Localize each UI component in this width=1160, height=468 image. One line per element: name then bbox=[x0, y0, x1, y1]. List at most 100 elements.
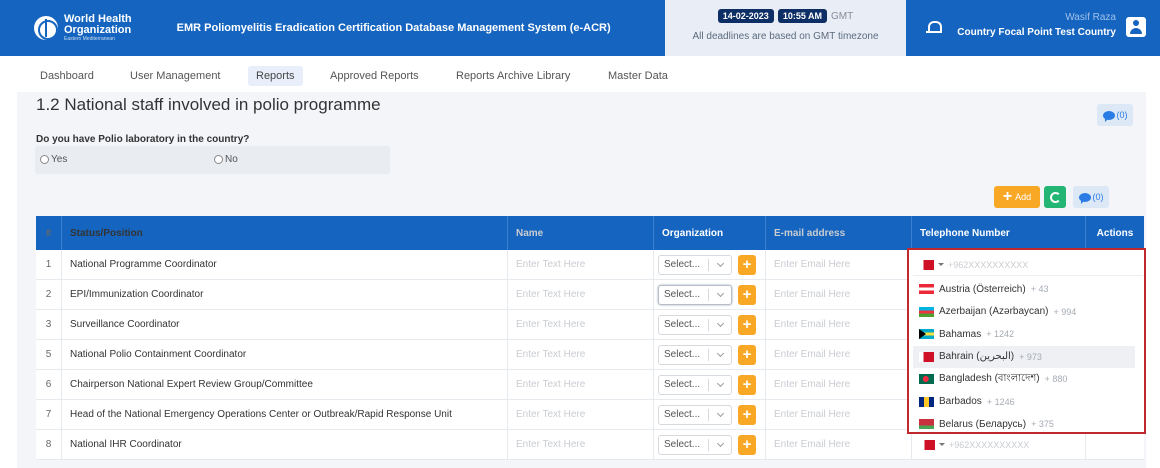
bahrain-flag-icon bbox=[919, 259, 934, 270]
country-name: Azerbaijan (Azərbaycan) bbox=[939, 306, 1049, 318]
select-placeholder: Select... bbox=[664, 439, 701, 450]
organization-select[interactable]: Select... bbox=[658, 314, 732, 335]
dial-code: + 880 bbox=[1044, 374, 1068, 385]
date-badge: 14-02-2023 bbox=[717, 9, 774, 23]
country-option[interactable]: Bahamas + 1242 bbox=[913, 323, 1135, 346]
email-input[interactable]: Enter Email Here bbox=[766, 370, 912, 399]
nav-dashboard[interactable]: Dashboard bbox=[32, 66, 102, 86]
name-input[interactable]: Enter Text Here bbox=[508, 430, 654, 459]
country-option[interactable]: Austria (Österreich) + 43 bbox=[913, 278, 1135, 301]
user-info[interactable]: Wasif Raza Country Focal Point Test Coun… bbox=[957, 12, 1116, 38]
name-input[interactable]: Enter Text Here bbox=[508, 340, 654, 369]
chevron-down-icon[interactable] bbox=[709, 259, 731, 267]
add-organization-button[interactable]: + bbox=[738, 434, 756, 455]
radio-no-label: No bbox=[225, 154, 238, 165]
section-comments-button[interactable]: (0) bbox=[1097, 104, 1133, 126]
refresh-button[interactable] bbox=[1044, 186, 1066, 208]
row-number: 2 bbox=[36, 280, 62, 309]
organization-select[interactable]: Select... bbox=[658, 404, 732, 425]
top-header: World Health Organization Eastern Medite… bbox=[0, 0, 1160, 56]
nav-approved-reports[interactable]: Approved Reports bbox=[322, 66, 427, 86]
chevron-down-icon[interactable] bbox=[709, 349, 731, 357]
dial-code: + 1242 bbox=[986, 329, 1015, 340]
country-name: Bahrain (‫البحرين‬‎) bbox=[939, 351, 1015, 363]
nav-reports-archive-library[interactable]: Reports Archive Library bbox=[448, 66, 578, 86]
radio-no[interactable]: No bbox=[214, 154, 238, 165]
add-organization-button[interactable]: + bbox=[738, 344, 756, 365]
name-input[interactable]: Enter Text Here bbox=[508, 280, 654, 309]
bahrain-flag-icon bbox=[920, 439, 935, 450]
country-option[interactable]: Bahrain (‫البحرين‬‎) + 973 bbox=[913, 345, 1135, 368]
select-placeholder: Select... bbox=[664, 349, 701, 360]
notification-bell-icon[interactable] bbox=[926, 20, 942, 36]
organization-select[interactable]: Select... bbox=[658, 284, 732, 305]
select-placeholder: Select... bbox=[664, 319, 701, 330]
comment-count: (0) bbox=[1092, 192, 1104, 202]
time-badge: 10:55 AM bbox=[777, 9, 827, 23]
organization-select[interactable]: Select... bbox=[658, 254, 732, 275]
caret-down-icon[interactable] bbox=[939, 443, 945, 446]
dial-code: + 973 bbox=[1019, 351, 1042, 362]
chevron-down-icon[interactable] bbox=[709, 289, 731, 297]
country-name: Austria (Österreich) bbox=[939, 283, 1026, 295]
country-flag-icon bbox=[919, 374, 934, 385]
header-brand-area: World Health Organization Eastern Medite… bbox=[0, 0, 665, 56]
organization-select[interactable]: Select... bbox=[658, 344, 732, 365]
country-code-dropdown: +962XXXXXXXXXX Austria (Österreich) + 43… bbox=[907, 248, 1146, 434]
country-option[interactable]: Barbados + 1246 bbox=[913, 391, 1135, 414]
user-role: Country Focal Point Test Country bbox=[957, 27, 1116, 38]
radio-yes[interactable]: Yes bbox=[40, 154, 67, 165]
chevron-down-icon[interactable] bbox=[709, 439, 731, 447]
add-organization-button[interactable]: + bbox=[738, 404, 756, 425]
name-input[interactable]: Enter Text Here bbox=[508, 400, 654, 429]
add-organization-button[interactable]: + bbox=[738, 314, 756, 335]
name-input[interactable]: Enter Text Here bbox=[508, 370, 654, 399]
nav-master-data[interactable]: Master Data bbox=[600, 66, 676, 86]
col-name: Name bbox=[508, 216, 654, 250]
email-input[interactable]: Enter Email Here bbox=[766, 250, 912, 279]
country-option[interactable]: Azerbaijan (Azərbaycan) + 994 bbox=[913, 301, 1135, 324]
position-cell: EPI/Immunization Coordinator bbox=[62, 280, 508, 309]
logo-line2: Organization bbox=[64, 24, 132, 36]
phone-input[interactable]: +962XXXXXXXXXX bbox=[920, 439, 1029, 450]
add-organization-button[interactable]: + bbox=[738, 284, 756, 305]
phone-input-active[interactable]: +962XXXXXXXXXX bbox=[913, 254, 1143, 276]
email-input[interactable]: Enter Email Here bbox=[766, 340, 912, 369]
chevron-down-icon[interactable] bbox=[709, 319, 731, 327]
add-organization-button[interactable]: + bbox=[738, 374, 756, 395]
nav-reports[interactable]: Reports bbox=[248, 66, 303, 86]
datetime-panel: 14-02-2023 10:55 AM GMT All deadlines ar… bbox=[665, 0, 906, 56]
chevron-down-icon[interactable] bbox=[709, 379, 731, 387]
caret-down-icon[interactable] bbox=[938, 263, 944, 266]
user-avatar-icon[interactable] bbox=[1126, 17, 1146, 37]
position-cell: Surveillance Coordinator bbox=[62, 310, 508, 339]
position-cell: National Programme Coordinator bbox=[62, 250, 508, 279]
add-organization-button[interactable]: + bbox=[738, 254, 756, 275]
country-option[interactable]: Bangladesh (বাংলাদেশ) + 880 bbox=[913, 368, 1135, 391]
email-input[interactable]: Enter Email Here bbox=[766, 310, 912, 339]
email-input[interactable]: Enter Email Here bbox=[766, 430, 912, 459]
country-option[interactable]: Belarus (Беларусь) + 375 bbox=[913, 413, 1135, 436]
country-flag-icon bbox=[919, 284, 934, 295]
table-comments-button[interactable]: (0) bbox=[1073, 186, 1109, 208]
col-organization: Organization bbox=[654, 216, 766, 250]
email-input[interactable]: Enter Email Here bbox=[766, 280, 912, 309]
email-input[interactable]: Enter Email Here bbox=[766, 400, 912, 429]
organization-cell: Select... + bbox=[654, 340, 766, 369]
add-row-button[interactable]: + Add bbox=[994, 186, 1040, 208]
dial-code: + 375 bbox=[1031, 419, 1054, 430]
organization-cell: Select... + bbox=[654, 310, 766, 339]
organization-select[interactable]: Select... bbox=[658, 374, 732, 395]
section-title: 1.2 National staff involved in polio pro… bbox=[36, 95, 381, 114]
lab-radio-group: Yes No bbox=[35, 146, 390, 174]
name-input[interactable]: Enter Text Here bbox=[508, 310, 654, 339]
country-flag-icon bbox=[919, 351, 934, 362]
col-actions: Actions bbox=[1096, 227, 1134, 239]
nav-user-management[interactable]: User Management bbox=[122, 66, 229, 86]
who-logo[interactable]: World Health Organization Eastern Medite… bbox=[34, 14, 132, 42]
organization-select[interactable]: Select... bbox=[658, 434, 732, 455]
select-placeholder: Select... bbox=[664, 289, 701, 300]
chevron-down-icon[interactable] bbox=[709, 409, 731, 417]
organization-cell: Select... + bbox=[654, 250, 766, 279]
name-input[interactable]: Enter Text Here bbox=[508, 250, 654, 279]
